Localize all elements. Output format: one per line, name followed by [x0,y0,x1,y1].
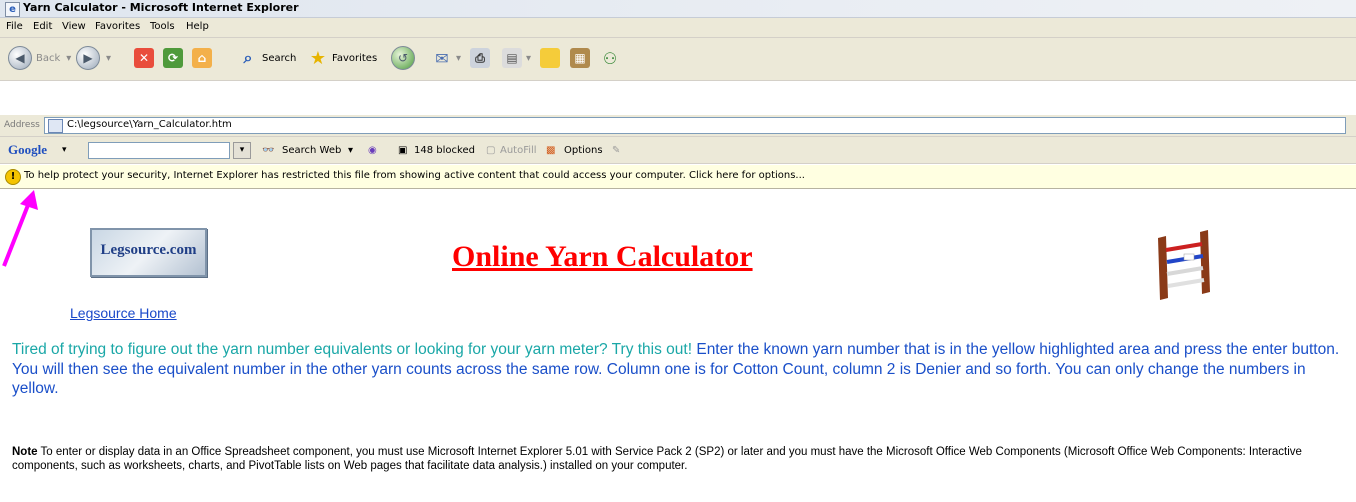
back-button[interactable]: ◀ Back ▾ [8,44,71,72]
note-label: Note [12,446,38,458]
forward-arrow-icon: ▶ [76,46,100,70]
standard-toolbar: ◀ Back ▾ ▶ ▾ ✕ ⟳ ⌂ ⌕ Search ★ Favorites … [0,38,1356,81]
mail-dropdown-icon[interactable]: ▾ [456,53,461,64]
mail-button[interactable]: ✉ ▾ [432,44,461,72]
favorites-label: Favorites [332,52,378,64]
window-title: Yarn Calculator - Microsoft Internet Exp… [23,1,299,14]
search-label: Search [262,52,297,64]
menu-edit[interactable]: Edit [33,21,52,32]
popup-blocked-count[interactable]: 148 blocked [414,145,475,156]
menu-view[interactable]: View [62,21,86,32]
address-url: C:\legsource\Yarn_Calculator.htm [67,119,232,130]
address-bar: Address C:\legsource\Yarn_Calculator.htm [0,115,1356,137]
google-search-input[interactable] [88,142,230,159]
menu-tools[interactable]: Tools [150,21,175,32]
edit-button[interactable]: ▤ ▾ [502,44,531,72]
messenger-icon: ⚇ [602,48,618,68]
autofill-icon: ▢ [486,145,496,156]
logo-text: Legsource.com [100,242,197,258]
search-icon: ⌕ [243,48,253,67]
favorites-star-icon: ★ [309,47,327,69]
menu-help[interactable]: Help [186,21,209,32]
folder-icon [540,48,560,68]
history-icon: ↺ [391,46,415,70]
search-web-button[interactable]: Search Web [282,145,341,156]
refresh-icon: ⟳ [163,48,183,68]
forward-dropdown-icon[interactable]: ▾ [106,53,111,64]
google-logo[interactable]: Google [8,142,47,158]
address-input[interactable]: C:\legsource\Yarn_Calculator.htm [44,117,1346,134]
warning-shield-icon: ! [5,169,21,185]
history-button[interactable]: ↺ [391,44,415,72]
ie-logo-icon: e [5,2,20,17]
back-dropdown-icon[interactable]: ▾ [66,53,71,64]
forward-button[interactable]: ▶ ▾ [76,44,111,72]
binoculars-icon: 👓 [262,145,275,156]
autofill-button[interactable]: AutoFill [500,145,537,156]
window-titlebar: e Yarn Calculator - Microsoft Internet E… [0,0,1356,18]
menu-file[interactable]: File [6,21,23,32]
home-icon: ⌂ [192,48,212,68]
print-button[interactable]: ⎙ [470,44,490,72]
edit-page-icon: ▤ [502,48,522,68]
info-bar-message: To help protect your security, Internet … [24,170,805,181]
stop-button[interactable]: ✕ [134,44,154,72]
page-title: Online Yarn Calculator [452,240,753,273]
search-button[interactable]: ⌕ Search [238,44,297,72]
options-button[interactable]: Options [564,145,603,156]
edit-dropdown-icon[interactable]: ▾ [526,53,531,64]
messenger-button[interactable]: ⚇ [600,44,620,72]
back-arrow-icon: ◀ [8,46,32,70]
google-menu-dropdown-icon[interactable]: ▾ [62,145,67,155]
legsource-logo[interactable]: Legsource.com [90,228,207,277]
security-info-bar[interactable]: ! To help protect your security, Interne… [0,165,1356,189]
research-button[interactable]: ▦ [570,44,590,72]
back-label: Back [36,52,61,64]
annotation-arrow-icon [2,190,38,267]
address-label: Address [4,120,40,130]
research-icon: ▦ [570,48,590,68]
abacus-icon [1158,230,1210,300]
mail-icon: ✉ [435,48,449,68]
note-text: To enter or display data in an Office Sp… [12,446,1302,472]
print-icon: ⎙ [470,48,490,68]
discuss-button[interactable] [540,44,560,72]
legsource-home-link[interactable]: Legsource Home [70,305,177,321]
google-toolbar: Google ▾ ▾ 👓 Search Web ▾ ◉ ▣ 148 blocke… [0,137,1356,164]
favorites-button[interactable]: ★ Favorites [308,44,377,72]
intro-teal-text: Tired of trying to figure out the yarn n… [12,341,693,358]
refresh-button[interactable]: ⟳ [163,44,183,72]
menu-bar: File Edit View Favorites Tools Help [0,18,1356,38]
popup-blocker-icon: ▣ [398,145,408,156]
stop-icon: ✕ [134,48,154,68]
home-button[interactable]: ⌂ [192,44,212,72]
pagerank-icon[interactable]: ◉ [368,145,377,156]
note-paragraph: Note To enter or display data in an Offi… [12,445,1347,473]
google-search-dropdown-icon[interactable]: ▾ [233,142,251,159]
search-web-dropdown-icon[interactable]: ▾ [348,145,353,156]
page-icon [48,119,63,133]
options-icon: ▩ [546,145,556,156]
menu-favorites[interactable]: Favorites [95,21,140,32]
paperclip-icon[interactable]: ✎ [612,145,620,156]
intro-paragraph: Tired of trying to figure out the yarn n… [12,340,1347,399]
